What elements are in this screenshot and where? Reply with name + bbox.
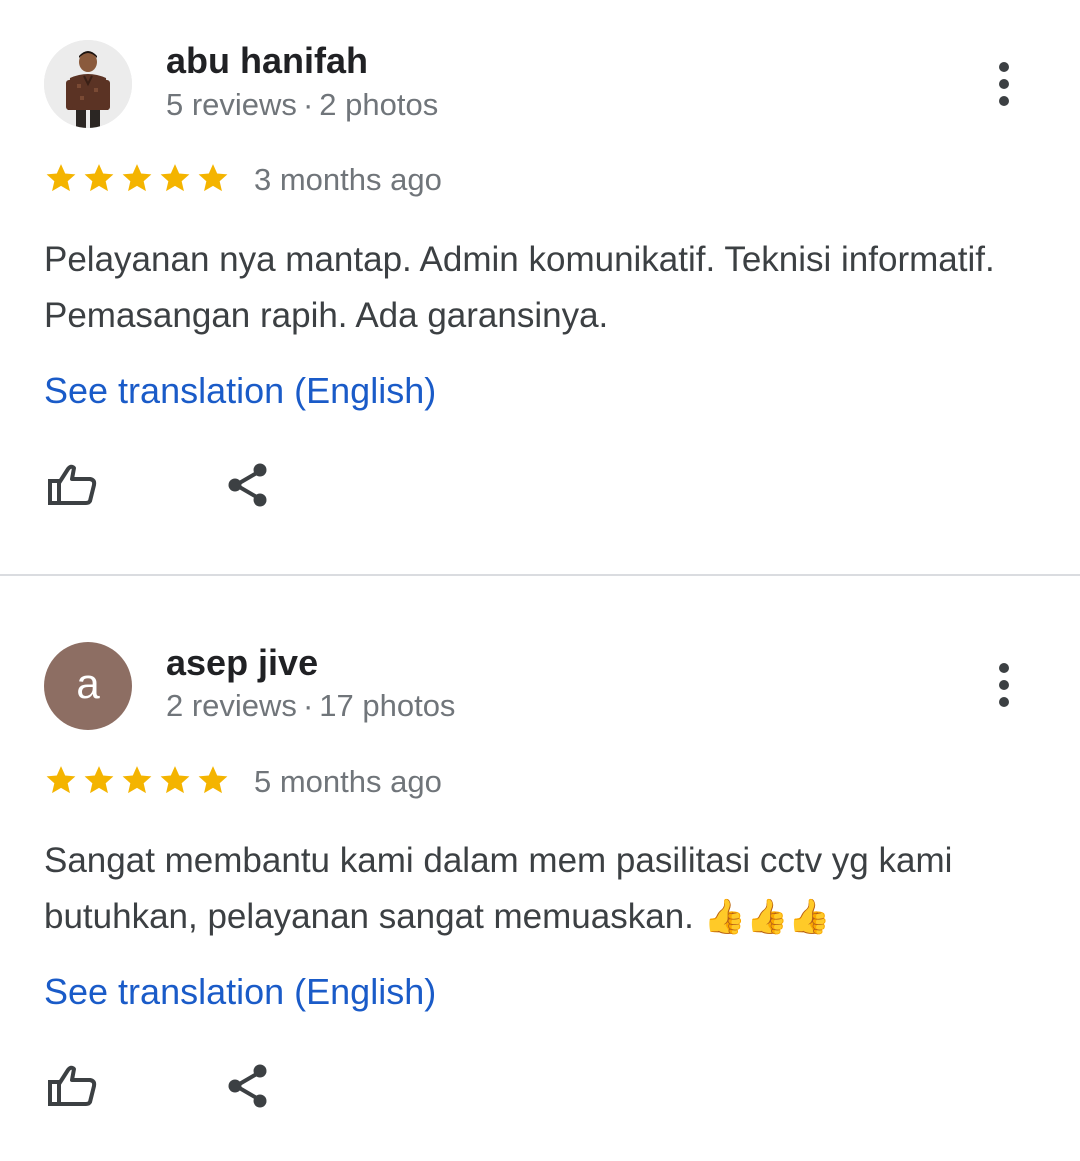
reviewer-avatar[interactable] [44, 40, 132, 128]
meta-separator: · [302, 87, 314, 122]
share-button[interactable] [220, 1058, 276, 1114]
reviews-count: 5 reviews [166, 87, 297, 122]
more-vert-icon [999, 62, 1009, 72]
star-icon [198, 766, 228, 794]
avatar-letter: a [76, 660, 100, 707]
star-rating [44, 161, 230, 195]
thumb-up-icon [48, 464, 97, 505]
reviewer-name[interactable]: abu hanifah [166, 43, 368, 79]
more-vert-icon-dot [999, 680, 1009, 690]
star-icon [198, 164, 228, 192]
more-options-button[interactable] [984, 54, 1024, 114]
share-button[interactable] [220, 457, 276, 513]
star-icon [84, 766, 114, 794]
star-icon [84, 164, 114, 192]
review-time: 3 months ago [254, 162, 442, 197]
see-translation-link[interactable]: See translation (English) [44, 974, 436, 1010]
reviewer-avatar[interactable]: a [44, 642, 132, 730]
more-vert-icon-dot [999, 96, 1009, 106]
star-icon [160, 766, 190, 794]
more-options-button[interactable] [984, 655, 1024, 715]
review-divider [0, 574, 1080, 576]
photos-count: 17 photos [319, 688, 456, 723]
reviews-count: 2 reviews [166, 688, 297, 723]
star-icon [122, 164, 152, 192]
review-text: Sangat membantu kami dalam mem pasilitas… [44, 833, 1034, 945]
share-icon [228, 1064, 267, 1108]
profile-photo [44, 40, 132, 128]
review-card: abu hanifah 5 reviews · 2 photos 3 months … [0, 0, 1080, 575]
review-time: 5 months ago [254, 764, 442, 799]
meta-separator: · [302, 688, 314, 723]
more-vert-icon [999, 663, 1009, 673]
like-button[interactable] [44, 457, 100, 513]
thumb-up-icon [48, 1065, 97, 1106]
more-vert-icon-dot [999, 79, 1009, 89]
reviewer-meta: 5 reviews · 2 photos [166, 89, 438, 120]
thumbs-up-emoji: 👍👍👍 [703, 897, 831, 937]
star-icon [160, 164, 190, 192]
reviewer-name[interactable]: asep jive [166, 645, 318, 681]
photos-count: 2 photos [319, 87, 439, 122]
more-vert-icon-dot [999, 697, 1009, 707]
star-rating [44, 763, 230, 797]
review-text-body: Pelayanan nya mantap. Admin komunikatif.… [44, 240, 995, 335]
star-icon [46, 164, 76, 192]
see-translation-link[interactable]: See translation (English) [44, 373, 436, 409]
like-button[interactable] [44, 1058, 100, 1114]
star-icon [46, 766, 76, 794]
reviewer-meta: 2 reviews · 17 photos [166, 690, 455, 721]
star-icon [122, 766, 152, 794]
share-icon [228, 463, 267, 507]
review-card: a asep jive 2 reviews · 17 photos 5 months… [0, 577, 1080, 1161]
review-text: Pelayanan nya mantap. Admin komunikatif.… [44, 232, 1034, 344]
